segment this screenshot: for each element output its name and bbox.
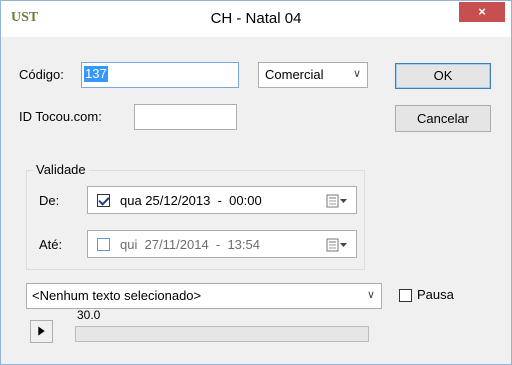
id-tocou-label: ID Tocou.com: (19, 109, 102, 124)
to-enabled-checkbox[interactable] (97, 238, 110, 251)
title-bar: UST CH - Natal 04 × (1, 1, 511, 37)
playback-progress-bar (75, 326, 369, 342)
chevron-down-icon: ∨ (352, 68, 361, 80)
cancel-button[interactable]: Cancelar (395, 105, 491, 132)
calendar-dropdown-icon[interactable] (326, 238, 348, 252)
pause-checkbox[interactable] (399, 289, 412, 302)
play-button[interactable] (30, 320, 53, 343)
text-select-value: <Nenhum texto selecionado> (32, 288, 202, 303)
dialog-body: Código: 137 Comercial ∨ OK ID Tocou.com:… (9, 37, 504, 357)
codigo-input[interactable]: 137 (81, 62, 239, 88)
ok-button[interactable]: OK (395, 63, 491, 89)
text-select[interactable]: <Nenhum texto selecionado> ∨ (26, 283, 382, 309)
from-datetime-picker[interactable]: qua 25/12/2013 - 00:00 (87, 186, 357, 214)
to-label: Até: (39, 237, 63, 252)
chevron-down-icon: ∨ (366, 289, 375, 301)
calendar-dropdown-icon[interactable] (326, 194, 348, 208)
pause-label: Pausa (417, 287, 454, 302)
codigo-value: 137 (84, 66, 108, 82)
from-label: De: (39, 193, 60, 208)
dialog-window: UST CH - Natal 04 × Código: 137 Comercia… (0, 0, 512, 365)
to-datetime-value: qui 27/11/2014 - 13:54 (120, 237, 260, 252)
id-tocou-input[interactable] (134, 104, 237, 130)
category-value: Comercial (265, 67, 324, 82)
codigo-label: Código: (19, 67, 64, 82)
window-title: CH - Natal 04 (210, 10, 302, 27)
validity-group-title: Validade (33, 162, 89, 177)
from-datetime-value: qua 25/12/2013 - 00:00 (120, 193, 262, 208)
to-datetime-picker[interactable]: qui 27/11/2014 - 13:54 (87, 230, 357, 258)
duration-label: 30.0 (77, 308, 101, 322)
validity-group: Validade De: qua 25/12/2013 - 00:00 Até:… (26, 162, 365, 270)
play-icon (38, 326, 45, 336)
close-button[interactable]: × (459, 2, 505, 22)
from-enabled-checkbox[interactable] (97, 194, 110, 207)
category-select[interactable]: Comercial ∨ (258, 62, 368, 88)
